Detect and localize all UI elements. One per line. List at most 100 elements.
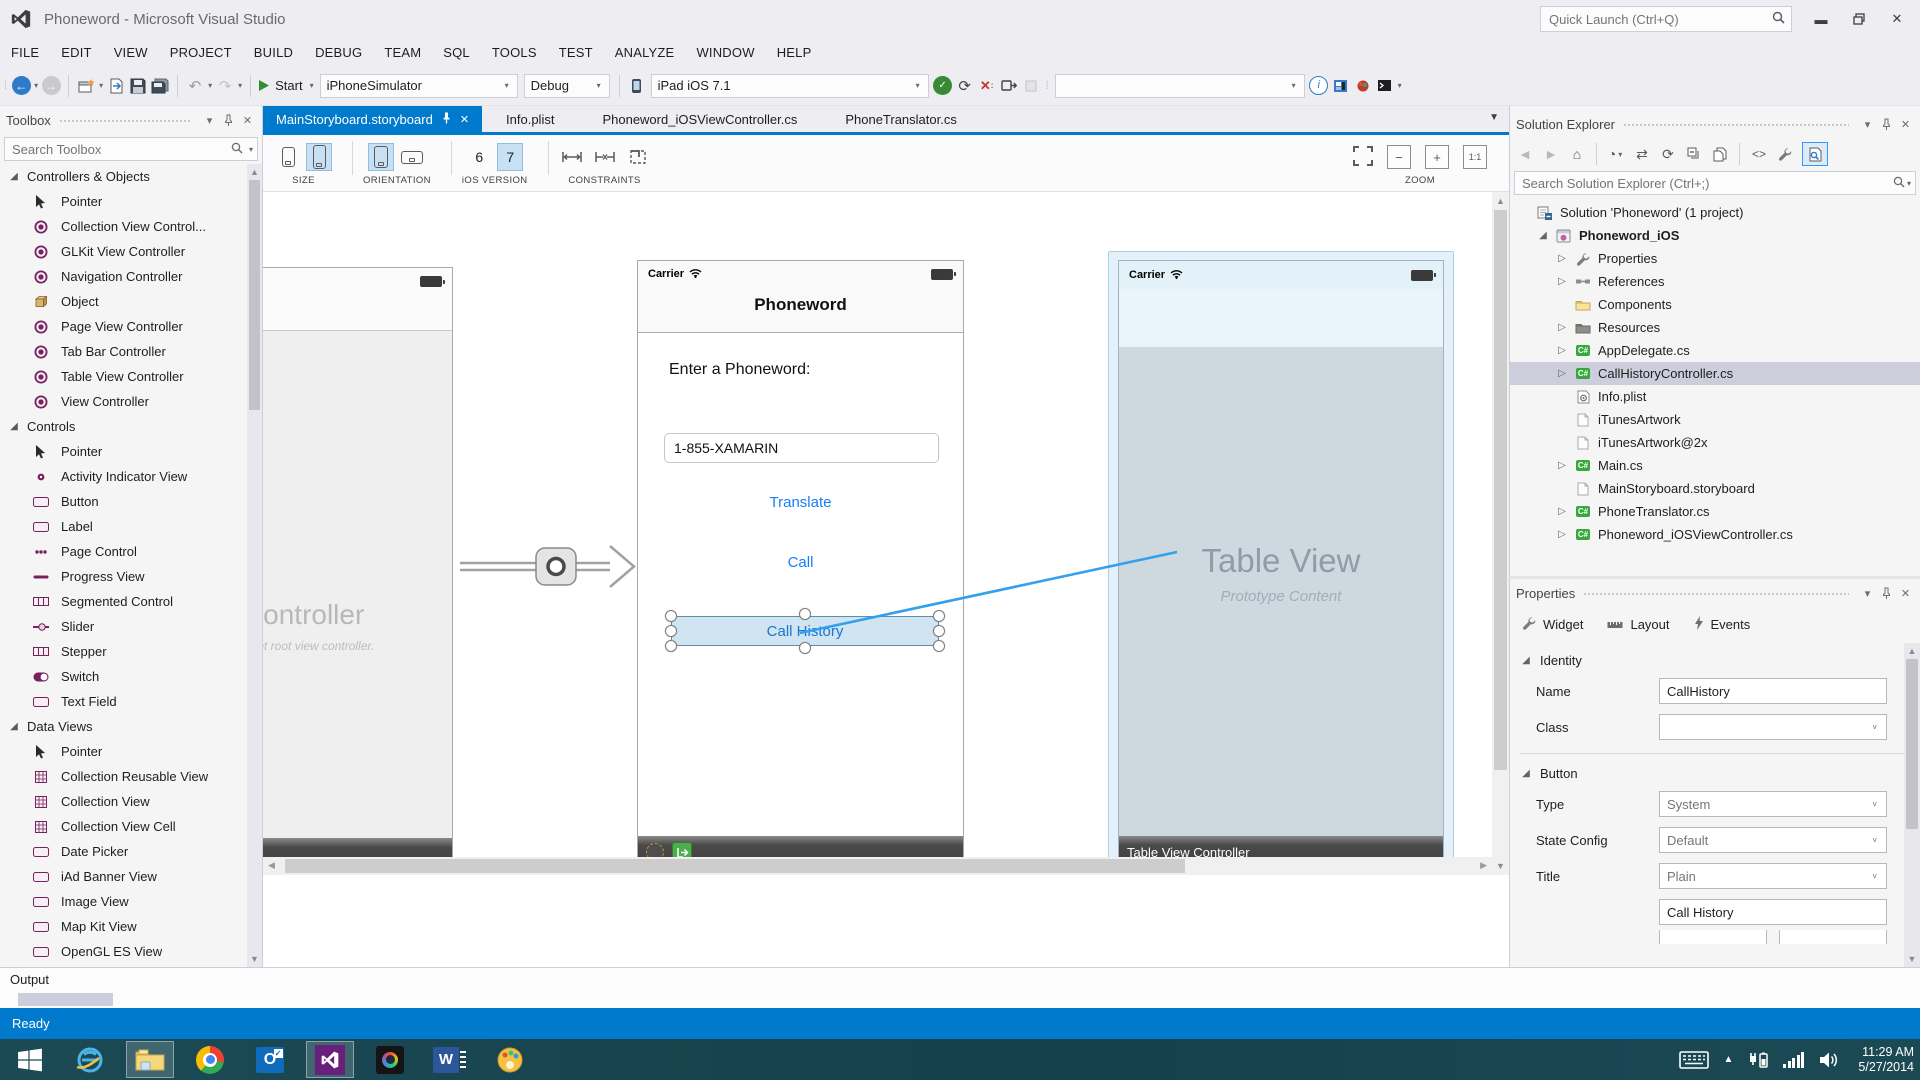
- toolbox-item-glkit-view-controller[interactable]: GLKit View Controller: [0, 239, 247, 264]
- menu-edit[interactable]: EDIT: [50, 38, 102, 66]
- selection-handle[interactable]: [933, 610, 945, 622]
- toolbox-item-date-picker[interactable]: Date Picker: [0, 839, 247, 864]
- toolbox-item-slider[interactable]: Slider: [0, 614, 247, 639]
- touch-keyboard-icon[interactable]: [1679, 1051, 1709, 1069]
- toolbox-section-data-views[interactable]: ◢Data Views: [0, 714, 247, 739]
- canvas-horizontal-scrollbar[interactable]: ◀ ▶: [263, 857, 1492, 875]
- table-view-area[interactable]: Table View Prototype Content: [1119, 347, 1443, 836]
- taskbar-word[interactable]: W: [426, 1041, 474, 1078]
- zoom-out-button[interactable]: −: [1387, 145, 1411, 169]
- menu-debug[interactable]: DEBUG: [304, 38, 373, 66]
- tree-item-mainstoryboard-storyboard[interactable]: MainStoryboard.storyboard: [1510, 477, 1920, 500]
- table-view-controller-selection[interactable]: Carrier Table View Prototype Content Tab…: [1108, 251, 1454, 857]
- switch-views-icon[interactable]: ⇄: [1633, 144, 1651, 164]
- toolbox-item-switch[interactable]: Switch: [0, 664, 247, 689]
- table-view-controller[interactable]: Carrier Table View Prototype Content Tab…: [1118, 260, 1444, 857]
- collapsed-arrow-icon[interactable]: ▷: [1556, 506, 1568, 517]
- menu-test[interactable]: TEST: [548, 38, 604, 66]
- property-select-type[interactable]: System˅: [1659, 791, 1887, 817]
- exit-segue-icon[interactable]: [672, 842, 692, 857]
- properties-menu-icon[interactable]: ▾: [1859, 585, 1876, 602]
- properties-close-icon[interactable]: ✕: [1897, 585, 1914, 602]
- translate-button[interactable]: Translate: [638, 494, 963, 511]
- redo-button[interactable]: ↷: [215, 74, 235, 98]
- zoom-actual-size-button[interactable]: 1:1: [1463, 145, 1487, 169]
- close-button[interactable]: ✕: [1880, 5, 1914, 33]
- tree-item-references[interactable]: ▷References: [1510, 270, 1920, 293]
- toolbox-search-box[interactable]: ▾: [4, 137, 258, 161]
- tab-mainstoryboard-storyboard[interactable]: MainStoryboard.storyboard✕: [263, 106, 482, 132]
- sync-button[interactable]: ⟳: [955, 74, 975, 98]
- ios6-button[interactable]: 6: [466, 143, 492, 171]
- tree-item-resources[interactable]: ▷Resources: [1510, 316, 1920, 339]
- toolbox-item-tab-bar-controller[interactable]: Tab Bar Controller: [0, 339, 247, 364]
- show-all-files-icon[interactable]: [1711, 144, 1729, 164]
- remove-constraint-icon[interactable]: [592, 143, 618, 171]
- orientation-portrait-button[interactable]: [368, 143, 394, 171]
- taskbar-camera[interactable]: [366, 1041, 414, 1078]
- selection-handle[interactable]: [799, 642, 811, 654]
- toolbox-item-collection-view[interactable]: Collection View: [0, 789, 247, 814]
- configuration-combo[interactable]: Debug▾: [524, 74, 610, 98]
- navigation-controller-view[interactable]: on Controller to set root view controlle…: [263, 267, 453, 857]
- properties-scrollbar[interactable]: ▲ ▼: [1904, 643, 1920, 967]
- menu-file[interactable]: FILE: [0, 38, 50, 66]
- tab-phoneword-iosviewcontroller-cs[interactable]: Phoneword_iOSViewController.cs: [578, 106, 821, 132]
- toolbox-item-navigation-controller[interactable]: Navigation Controller: [0, 264, 247, 289]
- refresh-icon[interactable]: ⟳: [1659, 144, 1677, 164]
- power-icon[interactable]: [1747, 1050, 1769, 1070]
- properties-icon[interactable]: [1776, 144, 1794, 164]
- toolbox-item-map-kit-view[interactable]: Map Kit View: [0, 914, 247, 939]
- pin-icon[interactable]: [442, 112, 451, 127]
- collapsed-arrow-icon[interactable]: ▷: [1556, 322, 1568, 333]
- build-status-icon[interactable]: ✓: [933, 74, 953, 98]
- toolbox-item-image-view[interactable]: Image View: [0, 889, 247, 914]
- toolbox-item-button[interactable]: Button: [0, 489, 247, 514]
- toolbox-item-table-view-controller[interactable]: Table View Controller: [0, 364, 247, 389]
- menu-help[interactable]: HELP: [766, 38, 823, 66]
- close-icon[interactable]: ✕: [460, 113, 469, 126]
- taskbar-chrome[interactable]: [186, 1041, 234, 1078]
- menu-view[interactable]: VIEW: [103, 38, 159, 66]
- toolbox-item-page-view-controller[interactable]: Page View Controller: [0, 314, 247, 339]
- phoneword-view-controller[interactable]: Carrier Phoneword Enter a Phoneword: 1-8…: [637, 260, 964, 857]
- back-icon[interactable]: ◄: [1516, 144, 1534, 164]
- toolbox-search-input[interactable]: [5, 142, 231, 157]
- tree-item-appdelegate-cs[interactable]: ▷C#AppDelegate.cs: [1510, 339, 1920, 362]
- view-code-icon[interactable]: <>: [1750, 144, 1768, 164]
- phoneword-text-field[interactable]: 1-855-XAMARIN: [664, 433, 939, 463]
- quick-launch-input[interactable]: [1541, 12, 1772, 27]
- clock[interactable]: 11:29 AM 5/27/2014: [1858, 1045, 1914, 1075]
- size-iphone4-button[interactable]: [306, 143, 332, 171]
- properties-tab-layout[interactable]: Layout: [1607, 617, 1669, 632]
- collapsed-arrow-icon[interactable]: ▷: [1556, 253, 1568, 264]
- tree-item-components[interactable]: Components: [1510, 293, 1920, 316]
- canvas-vertical-scrollbar[interactable]: ▲ ▼: [1492, 192, 1509, 875]
- collapsed-arrow-icon[interactable]: ▷: [1556, 368, 1568, 379]
- solution-search-input[interactable]: [1515, 176, 1893, 191]
- preview-selected-items-icon[interactable]: [1802, 142, 1828, 166]
- tree-item-phoneword-ios[interactable]: ◢Phoneword_iOS: [1510, 224, 1920, 247]
- toolbox-item-page-control[interactable]: Page Control: [0, 539, 247, 564]
- selection-handle[interactable]: [665, 640, 677, 652]
- tree-item-properties[interactable]: ▷Properties: [1510, 247, 1920, 270]
- collapsed-arrow-icon[interactable]: ▷: [1556, 276, 1568, 287]
- taskbar-paint[interactable]: [486, 1041, 534, 1078]
- properties-pin-icon[interactable]: [1878, 585, 1895, 602]
- properties-tab-events[interactable]: Events: [1694, 616, 1751, 633]
- tree-item-itunesartwork-2x[interactable]: iTunesArtwork@2x: [1510, 431, 1920, 454]
- toolbox-item-collection-reusable-view[interactable]: Collection Reusable View: [0, 764, 247, 789]
- menu-analyze[interactable]: ANALYZE: [604, 38, 686, 66]
- toolbox-item-segmented-control[interactable]: Segmented Control: [0, 589, 247, 614]
- collapsed-arrow-icon[interactable]: ▷: [1556, 345, 1568, 356]
- selection-handle[interactable]: [799, 608, 811, 620]
- expanded-arrow-icon[interactable]: ◢: [1537, 230, 1549, 241]
- menu-team[interactable]: TEAM: [373, 38, 432, 66]
- toolbox-item-collection-view-control[interactable]: Collection View Control...: [0, 214, 247, 239]
- pair-to-mac-button[interactable]: [999, 74, 1019, 98]
- device-combo[interactable]: iPad iOS 7.1▾: [651, 74, 929, 98]
- zoom-in-button[interactable]: +: [1425, 145, 1449, 169]
- document-list-dropdown[interactable]: ▼: [1489, 112, 1499, 123]
- tree-item-phonetranslator-cs[interactable]: ▷C#PhoneTranslator.cs: [1510, 500, 1920, 523]
- tree-item-main-cs[interactable]: ▷C#Main.cs: [1510, 454, 1920, 477]
